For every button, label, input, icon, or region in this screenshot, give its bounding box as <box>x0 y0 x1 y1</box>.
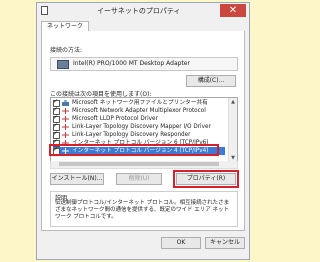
vertical-scrollbar[interactable]: ▲ ▼ <box>228 98 237 162</box>
scroll-up-icon[interactable]: ▲ <box>229 98 237 106</box>
scroll-thumb[interactable] <box>59 162 219 166</box>
list-item[interactable]: Microsoft ネットワーク用ファイルとプリンター共有 <box>53 98 225 107</box>
highlight-selected-item <box>49 144 219 156</box>
title-bar: イーサネットのプロパティ ✕ <box>37 3 249 19</box>
description-group: 説明 伝送制御プロトコル/インターネット プロトコル。相互接続されたさまざまなネ… <box>50 191 238 227</box>
configure-button[interactable]: 構成(C)... <box>186 75 236 87</box>
horizontal-scrollbar[interactable] <box>50 161 238 169</box>
adapter-name: Intel(R) PRO/1000 MT Desktop Adapter <box>73 60 190 67</box>
list-item[interactable]: Link-Layer Topology Discovery Responder <box>53 130 225 139</box>
properties-window: イーサネットのプロパティ ✕ ネットワーク 接続の方法: Intel(R) PR… <box>36 2 250 260</box>
window-title: イーサネットのプロパティ <box>97 7 181 15</box>
item-label: Microsoft ネットワーク用ファイルとプリンター共有 <box>72 100 208 106</box>
item-label: Microsoft LLDP Protocol Driver <box>72 116 158 122</box>
connect-using-label: 接続の方法: <box>50 47 83 54</box>
protocol-icon <box>62 108 69 114</box>
item-label: Link-Layer Topology Discovery Responder <box>72 132 191 138</box>
item-label: Microsoft Network Adapter Multiplexor Pr… <box>72 108 206 114</box>
network-adapter-icon <box>57 60 69 69</box>
list-item[interactable]: Microsoft LLDP Protocol Driver <box>53 114 225 123</box>
list-item[interactable]: Microsoft Network Adapter Multiplexor Pr… <box>53 106 225 115</box>
close-button[interactable]: ✕ <box>220 4 246 17</box>
list-item[interactable]: Link-Layer Topology Discovery Mapper I/O… <box>53 122 225 131</box>
uninstall-button[interactable]: 削除(U) <box>116 173 162 185</box>
highlight-properties-button <box>173 170 239 188</box>
window-icon <box>41 6 48 15</box>
description-text: 伝送制御プロトコル/インターネット プロトコル。相互接続されたさまざまなネットワ… <box>55 200 230 220</box>
adapter-field: Intel(R) PRO/1000 MT Desktop Adapter <box>50 57 238 71</box>
protocol-icon <box>62 116 69 122</box>
printer-share-icon <box>62 100 69 106</box>
install-button[interactable]: インストール(N)... <box>50 173 104 185</box>
ok-button[interactable]: OK <box>161 237 201 249</box>
cancel-button[interactable]: キャンセル <box>205 237 245 249</box>
protocol-icon <box>62 124 69 130</box>
item-label: Link-Layer Topology Discovery Mapper I/O… <box>72 124 211 130</box>
protocol-icon <box>62 132 69 138</box>
network-panel: 接続の方法: Intel(R) PRO/1000 MT Desktop Adap… <box>41 31 245 231</box>
